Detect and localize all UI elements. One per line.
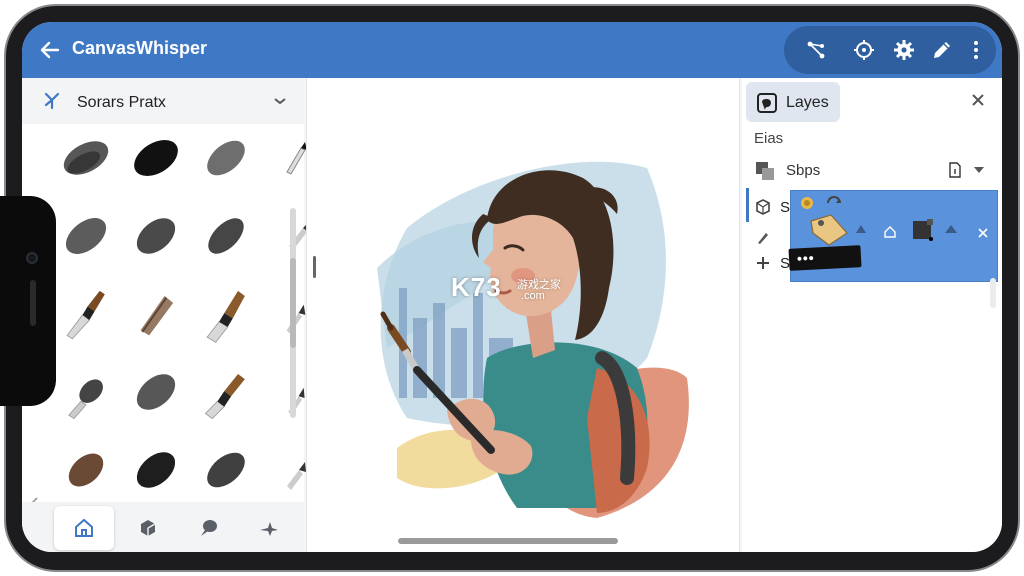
layer-stack-label: Sbps	[786, 162, 821, 179]
canvas-resize-handle[interactable]	[313, 256, 316, 278]
sparkle-icon	[44, 92, 60, 110]
layers-section-label: Eias	[754, 130, 784, 147]
brush-preset[interactable]	[126, 362, 186, 422]
app-bar: CanvasWhisper	[22, 22, 1002, 78]
drawing-canvas[interactable]: K73 游戏之家 .com	[306, 78, 740, 552]
brush-preset[interactable]	[196, 206, 256, 266]
brush-preset[interactable]	[56, 284, 116, 344]
document-icon[interactable]	[948, 162, 962, 178]
watermark: K73 游戏之家 .com	[451, 272, 561, 303]
home-indicator[interactable]	[398, 538, 618, 544]
cube-icon	[141, 520, 156, 536]
app-screen: CanvasWhisper Sorars Pratx K73 游戏之家 .com…	[22, 22, 1002, 552]
layer-options-popup: •••	[788, 190, 998, 282]
layer-row-label: S	[780, 199, 791, 216]
layer-thumbnail[interactable]	[911, 217, 935, 243]
layers-scrollbar[interactable]	[990, 278, 996, 308]
connect-nodes-icon[interactable]	[804, 38, 828, 62]
sun-icon[interactable]	[799, 195, 815, 211]
layers-panel: Layes Eias Sbps S S •••	[742, 78, 1002, 552]
nav-home[interactable]	[54, 506, 114, 550]
bottom-nav	[22, 502, 304, 552]
device-frame: CanvasWhisper Sorars Pratx K73 游戏之家 .com…	[0, 0, 1024, 576]
brush-panel: Sorars Pratx	[22, 78, 308, 552]
toolbar-pill	[784, 26, 996, 74]
nav-shapes[interactable]	[238, 506, 298, 550]
watermark-domain: .com	[521, 290, 545, 302]
refresh-icon[interactable]	[825, 195, 843, 211]
home-icon	[75, 518, 93, 537]
brush-preset[interactable]	[126, 440, 186, 500]
triangle-up-icon[interactable]	[855, 223, 867, 235]
close-icon[interactable]	[977, 227, 989, 239]
nav-comments[interactable]	[178, 506, 238, 550]
popup-dots: •••	[796, 249, 816, 267]
chevron-down-icon[interactable]	[972, 164, 986, 176]
brush-set-label: Sorars Pratx	[77, 94, 166, 111]
brush-preset[interactable]	[126, 284, 186, 344]
brush-preset[interactable]	[196, 362, 256, 422]
shapes-icon	[260, 522, 278, 536]
camera-notch	[0, 196, 56, 406]
brush-grid	[50, 128, 308, 518]
tab-layers[interactable]: Layes	[746, 82, 840, 122]
nav-objects[interactable]	[118, 506, 178, 550]
cube-icon	[756, 199, 770, 215]
notch-sensor	[30, 280, 36, 326]
brush-preset[interactable]	[56, 128, 116, 188]
layer-stack-icon	[756, 162, 774, 180]
more-vertical-icon[interactable]	[964, 38, 988, 62]
speech-bubble-icon	[201, 520, 217, 536]
artwork-illustration	[377, 161, 689, 518]
brush-scroll-thumb[interactable]	[290, 258, 296, 348]
brush-preset[interactable]	[56, 206, 116, 266]
brush-preset[interactable]	[126, 206, 186, 266]
plus-icon	[757, 257, 769, 269]
brush-preset[interactable]	[56, 362, 116, 422]
brush-icon	[758, 233, 768, 244]
watermark-main: K73	[451, 272, 502, 302]
tab-layers-label: Layes	[786, 94, 829, 111]
layers-icon	[757, 93, 777, 113]
brush-preset[interactable]	[126, 128, 186, 188]
app-title: CanvasWhisper	[72, 38, 208, 58]
brush-preset[interactable]	[196, 284, 256, 344]
close-icon[interactable]	[970, 92, 986, 108]
brush-preset[interactable]	[196, 440, 256, 500]
front-camera	[26, 252, 38, 264]
triangle-up-icon[interactable]	[943, 223, 959, 235]
brush-preset[interactable]	[56, 440, 116, 500]
popup-handle[interactable]: •••	[788, 245, 862, 271]
brush-preset[interactable]	[196, 128, 256, 188]
pencil-icon[interactable]	[930, 38, 954, 62]
chevron-down-icon[interactable]	[272, 93, 288, 109]
tag-icon[interactable]	[807, 211, 851, 249]
target-icon[interactable]	[852, 38, 876, 62]
home-icon[interactable]	[883, 225, 897, 239]
brush-set-selector[interactable]: Sorars Pratx	[22, 78, 304, 124]
back-arrow-icon[interactable]	[38, 38, 62, 62]
gear-icon[interactable]	[892, 38, 916, 62]
